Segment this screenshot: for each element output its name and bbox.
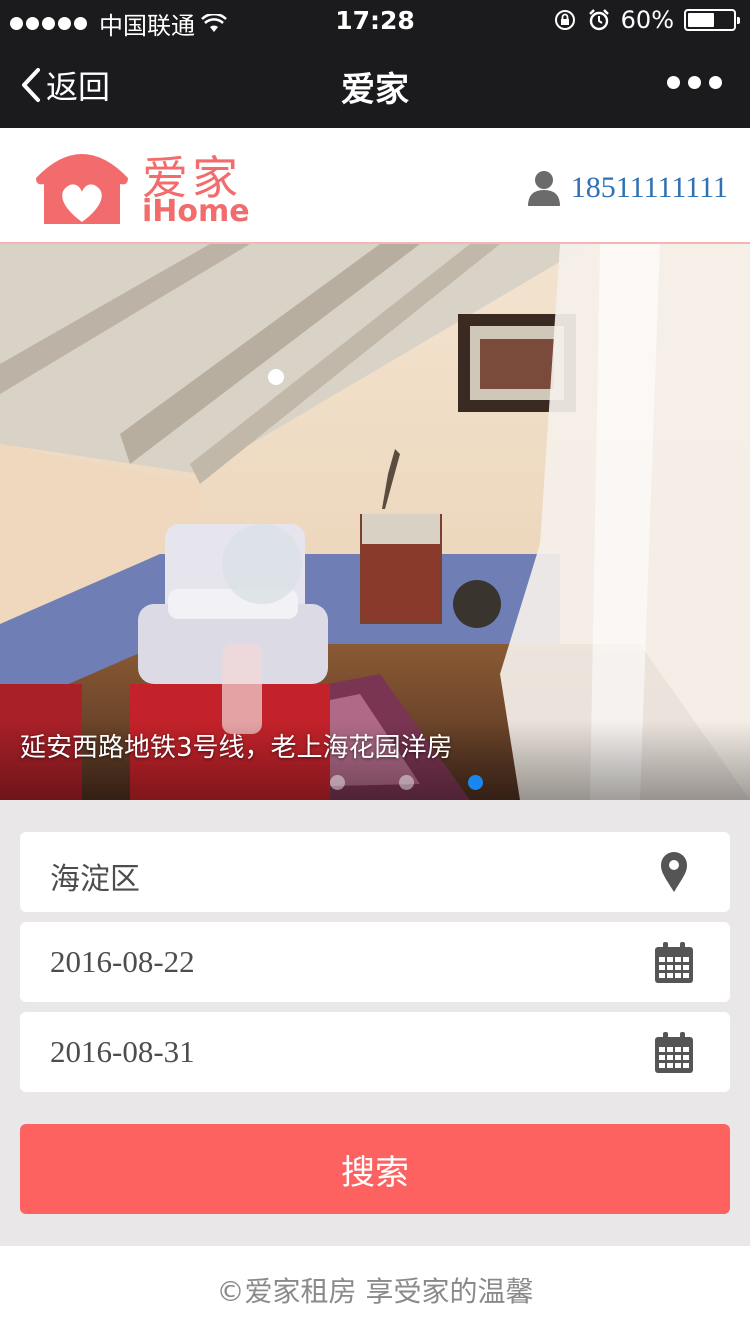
footer-text: ©爱家租房 享受家的温馨 (216, 1275, 534, 1308)
page-title: 爱家 (341, 70, 409, 110)
nav-bar: 返回 爱家 (0, 40, 750, 128)
battery-fill (688, 13, 714, 27)
end-date-field[interactable]: 2016-08-31 (20, 1012, 730, 1092)
pager-dot[interactable] (468, 775, 483, 790)
end-date-value: 2016-08-31 (50, 1034, 195, 1069)
start-date-field[interactable]: 2016-08-22 (20, 922, 730, 1002)
area-selector[interactable]: 海淀区 (20, 832, 730, 912)
calendar-icon (655, 1032, 693, 1073)
area-value: 海淀区 (50, 862, 140, 897)
banner-caption: 延安西路地铁3号线，老上海花园洋房 (20, 733, 453, 763)
pager-dot[interactable] (399, 775, 414, 790)
user-account[interactable]: 18511111111 (527, 170, 728, 206)
more-dots-icon[interactable] (667, 76, 722, 89)
search-button[interactable]: 搜索 (20, 1124, 730, 1214)
start-date-value: 2016-08-22 (50, 944, 195, 979)
calendar-icon (655, 942, 693, 983)
carousel-pager (330, 775, 483, 790)
house-heart-icon (36, 154, 128, 224)
ihome-logo[interactable]: 爱家 iHome (32, 138, 262, 234)
battery-icon (684, 9, 740, 31)
alarm-icon (588, 9, 609, 31)
status-right: 60% (553, 6, 740, 34)
rotation-lock-icon (554, 10, 575, 30)
footer: ©爱家租房 享受家的温馨 (0, 1246, 750, 1334)
pager-dot[interactable] (330, 775, 345, 790)
app-header: 爱家 iHome 18511111111 (0, 128, 750, 244)
banner-carousel[interactable]: 延安西路地铁3号线，老上海花园洋房 (0, 244, 750, 800)
status-bar: 中国联通 17:28 60% (0, 0, 750, 40)
banner-room-image (0, 244, 750, 800)
user-icon (527, 171, 560, 206)
location-pin-icon (661, 852, 687, 892)
battery-percent: 60% (620, 6, 674, 34)
logo-text-en: iHome (142, 194, 250, 229)
user-phone[interactable]: 18511111111 (571, 171, 728, 205)
